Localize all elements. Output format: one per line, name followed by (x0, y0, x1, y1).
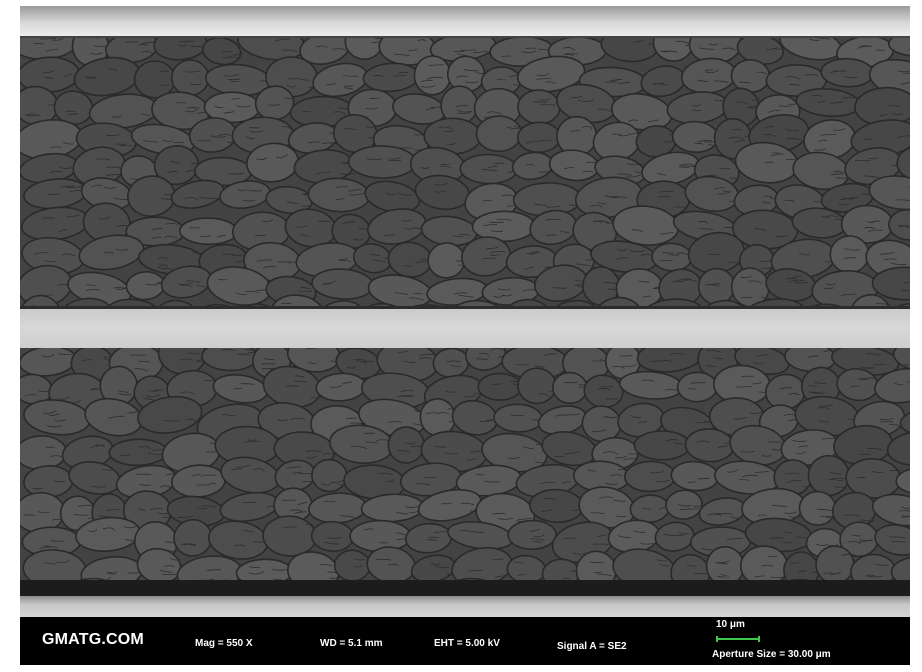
particle-grain (517, 367, 557, 405)
particle-grain (516, 121, 562, 154)
aperture-label: Aperture Size = 30.00 μm (712, 649, 831, 660)
working-distance-label: WD = 5.1 mm (320, 638, 383, 649)
scale-bar-tick-right (758, 636, 760, 642)
foil-edge-top (20, 306, 910, 309)
scale-bar-line (716, 638, 760, 640)
particle-grain (179, 217, 239, 246)
particle-grain (829, 235, 870, 274)
particle-grain (633, 430, 691, 461)
scale-bar-label: 10 μm (716, 619, 745, 630)
signal-label: Signal A = SE2 (557, 641, 627, 652)
sem-micrograph (0, 0, 922, 672)
particle-grain (507, 519, 557, 551)
particle-grain (170, 59, 210, 97)
particle-grain (459, 153, 518, 185)
particle-grain (624, 460, 677, 493)
particle-grain (517, 89, 561, 125)
grain-striation (740, 297, 753, 299)
info-bar: GMATG.COM Mag = 550 X WD = 5.1 mm EHT = … (20, 617, 910, 665)
particle-grain (676, 371, 718, 403)
particle-grain (798, 490, 837, 526)
particle-grain (347, 145, 417, 179)
bottom-foil (20, 596, 910, 617)
grain-striation (102, 469, 115, 471)
top-surface (20, 6, 910, 40)
bottom-gap (20, 580, 910, 598)
particle-grain (349, 519, 412, 553)
particle-grain (413, 55, 452, 96)
magnification-label: Mag = 550 X (195, 638, 253, 649)
particle-grain (475, 115, 523, 153)
particle-grain (477, 372, 523, 401)
foil-layer (20, 306, 910, 350)
eht-label: EHT = 5.00 kV (434, 638, 500, 649)
scale-bar (716, 636, 760, 642)
particle-grain (108, 438, 168, 467)
brand-label: GMATG.COM (42, 631, 144, 648)
